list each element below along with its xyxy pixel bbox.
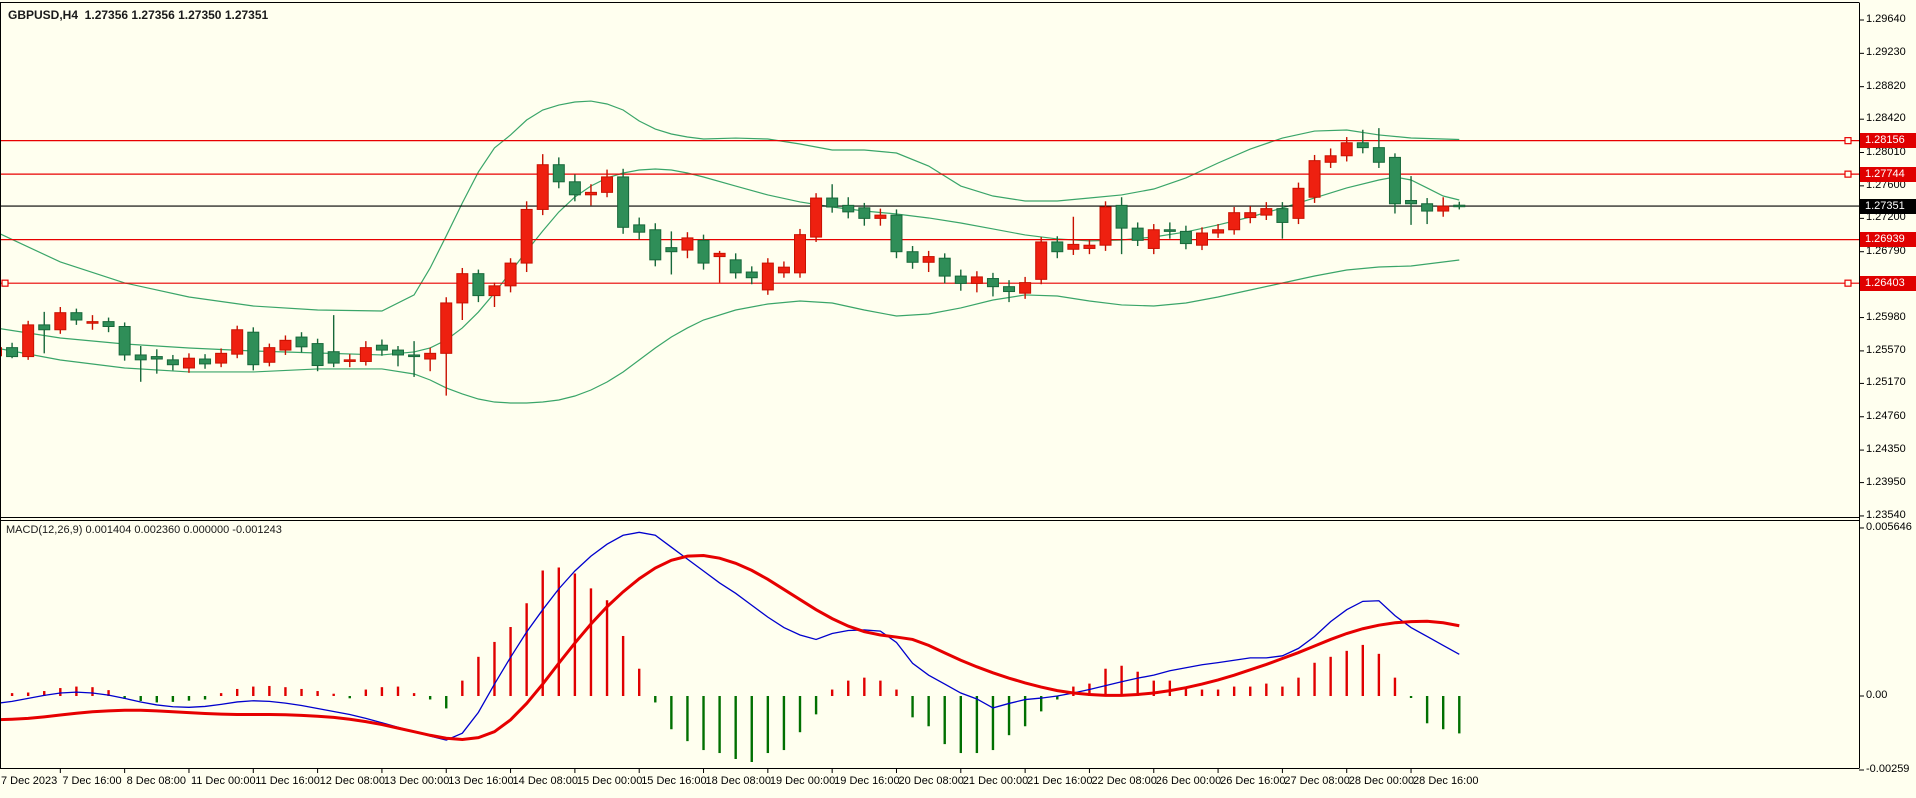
price-axis-label: 1.28820	[1866, 79, 1906, 92]
price-level-badge[interactable]: 1.27744	[1860, 166, 1916, 182]
time-axis-label: 27 Dec 08:00	[1284, 775, 1350, 787]
time-axis-label: 26 Dec 16:00	[1220, 775, 1286, 787]
time-axis-label: 22 Dec 08:00	[1091, 775, 1157, 787]
price-pane[interactable]	[0, 3, 1859, 517]
time-axis-label: 20 Dec 08:00	[898, 775, 964, 787]
time-axis-label: 18 Dec 08:00	[705, 775, 771, 787]
time-axis-label: 8 Dec 08:00	[126, 775, 186, 787]
time-axis-label: 28 Dec 16:00	[1413, 775, 1479, 787]
trading-chart-window: GBPUSD,H4 1.27356 1.27356 1.27350 1.2735…	[0, 0, 1916, 798]
price-axis-label: 1.28420	[1866, 112, 1906, 125]
bid-price-badge: 1.27351	[1860, 198, 1916, 214]
price-axis-label: 1.25570	[1866, 343, 1906, 356]
time-axis-label: 11 Dec 16:00	[255, 775, 320, 787]
time-axis-label: 13 Dec 16:00	[448, 775, 514, 787]
macd-axis-label: 0.00	[1866, 689, 1888, 701]
price-axis-label: 1.25170	[1866, 376, 1906, 389]
time-axis-label: 21 Dec 16:00	[1027, 775, 1093, 787]
macd-indicator-label: MACD(12,26,9) 0.001404 0.002360 0.000000…	[6, 524, 282, 536]
symbol-title: GBPUSD,H4 1.27356 1.27356 1.27350 1.2735…	[8, 8, 269, 22]
price-axis-label: 1.25980	[1866, 310, 1906, 323]
macd-axis-label: 0.005646	[1866, 520, 1912, 533]
price-level-badge[interactable]: 1.26403	[1860, 275, 1916, 291]
price-axis-label: 1.23950	[1866, 475, 1906, 488]
time-axis-label: 13 Dec 00:00	[383, 775, 450, 787]
time-axis-label: 7 Dec 16:00	[62, 775, 122, 787]
time-axis-label: 11 Dec 00:00	[190, 775, 256, 787]
price-axis-label: 1.29230	[1866, 46, 1906, 59]
macd-pane[interactable]	[0, 520, 1859, 768]
price-axis-label: 1.24760	[1866, 409, 1906, 422]
time-axis-label: 15 Dec 16:00	[641, 775, 707, 787]
price-level-badge[interactable]: 1.26939	[1860, 232, 1916, 248]
time-axis-label: 26 Dec 00:00	[1155, 775, 1222, 787]
time-axis-label: 14 Dec 08:00	[512, 775, 578, 787]
time-axis-label: 15 Dec 00:00	[576, 775, 643, 787]
price-axis-label: 1.24350	[1866, 443, 1906, 456]
price-axis-label: 1.29640	[1866, 13, 1906, 25]
time-axis-label: 12 Dec 08:00	[319, 775, 386, 787]
price-axis-label: 1.23540	[1866, 508, 1906, 521]
time-axis-label: 19 Dec 00:00	[769, 775, 836, 787]
time-axis-label: 19 Dec 16:00	[834, 775, 900, 787]
time-axis-label: 21 Dec 00:00	[962, 775, 1029, 787]
macd-axis-label: -0.00259	[1866, 763, 1910, 775]
time-axis-label: 28 Dec 00:00	[1348, 775, 1415, 787]
price-level-badge[interactable]: 1.28156	[1860, 133, 1916, 149]
time-axis-label: 7 Dec 2023	[1, 775, 58, 787]
